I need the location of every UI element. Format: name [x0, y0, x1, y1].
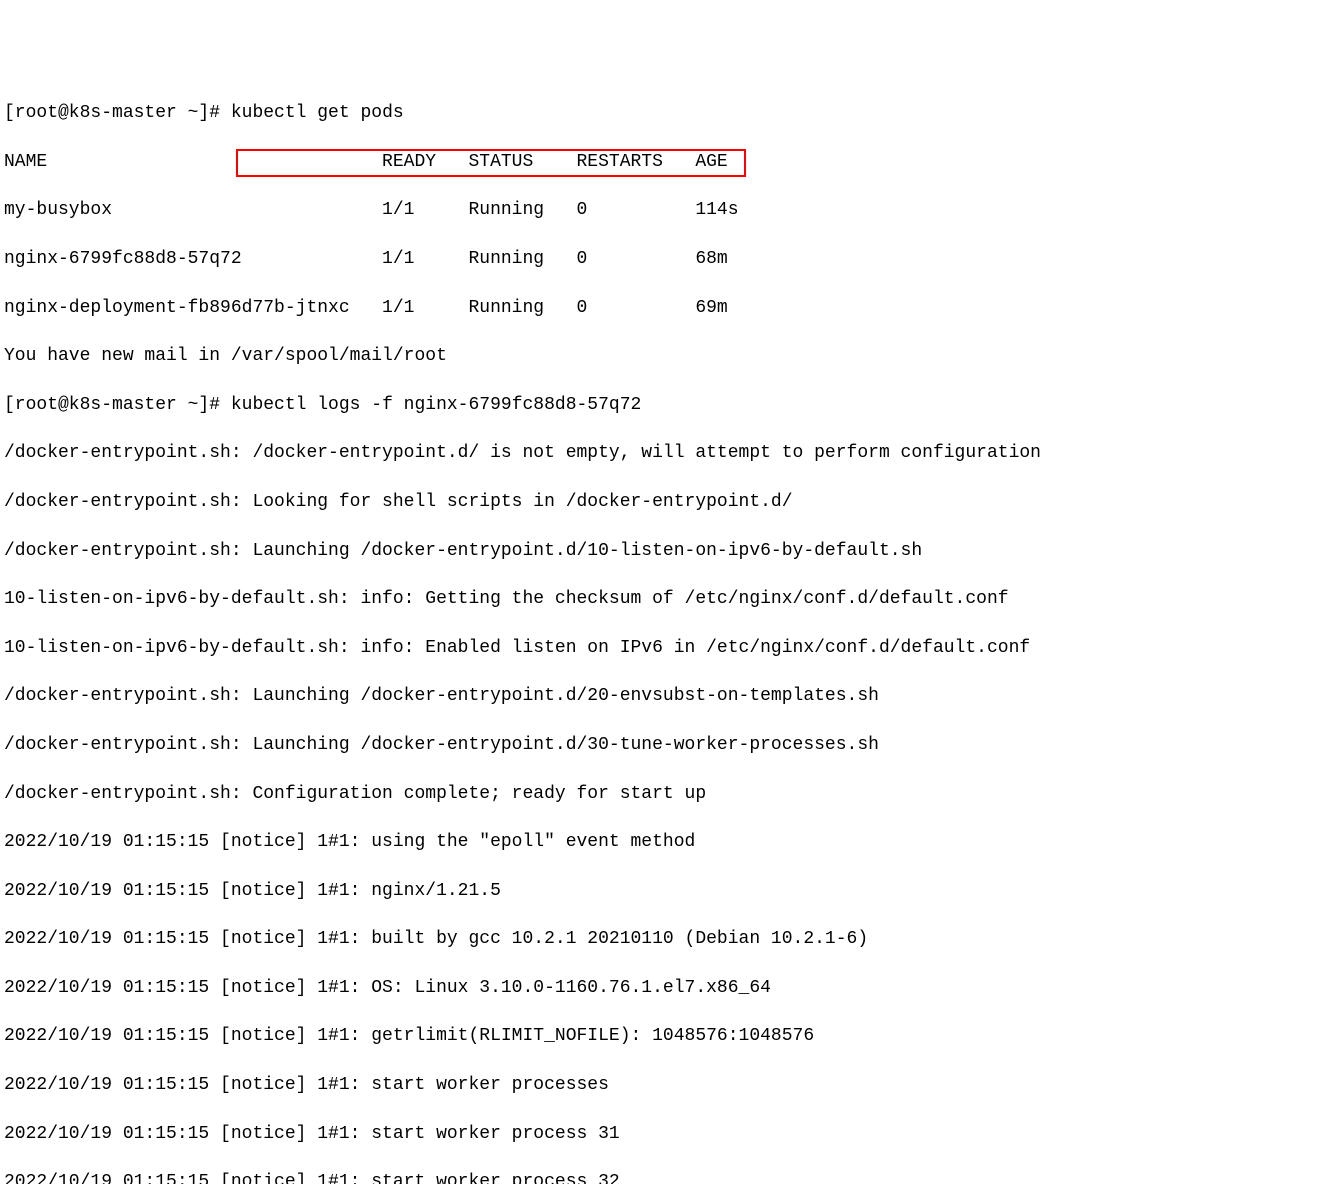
log-line: /docker-entrypoint.sh: Configuration com… [4, 782, 1339, 806]
log-line: 2022/10/19 01:15:15 [notice] 1#1: nginx/… [4, 879, 1339, 903]
log-line: 2022/10/19 01:15:15 [notice] 1#1: start … [4, 1170, 1339, 1184]
terminal-line-prompt2: [root@k8s-master ~]# kubectl logs -f ngi… [4, 393, 1339, 417]
table-header: NAME READY STATUS RESTARTS AGE [4, 150, 1339, 174]
log-line: 2022/10/19 01:15:15 [notice] 1#1: start … [4, 1122, 1339, 1146]
log-line: 2022/10/19 01:15:15 [notice] 1#1: built … [4, 927, 1339, 951]
log-line: 10-listen-on-ipv6-by-default.sh: info: G… [4, 587, 1339, 611]
log-line: 10-listen-on-ipv6-by-default.sh: info: E… [4, 636, 1339, 660]
log-line: /docker-entrypoint.sh: /docker-entrypoin… [4, 441, 1339, 465]
command-text: kubectl logs -f nginx-6799fc88d8-57q72 [231, 395, 641, 415]
log-line: 2022/10/19 01:15:15 [notice] 1#1: using … [4, 830, 1339, 854]
log-line: /docker-entrypoint.sh: Launching /docker… [4, 539, 1339, 563]
table-row: nginx-deployment-fb896d77b-jtnxc 1/1 Run… [4, 296, 1339, 320]
terminal-line-prompt1: [root@k8s-master ~]# kubectl get pods [4, 101, 1339, 125]
log-line: /docker-entrypoint.sh: Launching /docker… [4, 733, 1339, 757]
prompt-prefix: [root@k8s-master ~]# [4, 103, 231, 123]
log-line: 2022/10/19 01:15:15 [notice] 1#1: OS: Li… [4, 976, 1339, 1000]
table-row: my-busybox 1/1 Running 0 114s [4, 198, 1339, 222]
log-line: /docker-entrypoint.sh: Launching /docker… [4, 684, 1339, 708]
mail-notice: You have new mail in /var/spool/mail/roo… [4, 344, 1339, 368]
table-row: nginx-6799fc88d8-57q72 1/1 Running 0 68m [4, 247, 1339, 271]
log-line: /docker-entrypoint.sh: Looking for shell… [4, 490, 1339, 514]
log-line: 2022/10/19 01:15:15 [notice] 1#1: getrli… [4, 1024, 1339, 1048]
log-line: 2022/10/19 01:15:15 [notice] 1#1: start … [4, 1073, 1339, 1097]
command-text: kubectl get pods [231, 103, 404, 123]
prompt-prefix: [root@k8s-master ~]# [4, 395, 231, 415]
